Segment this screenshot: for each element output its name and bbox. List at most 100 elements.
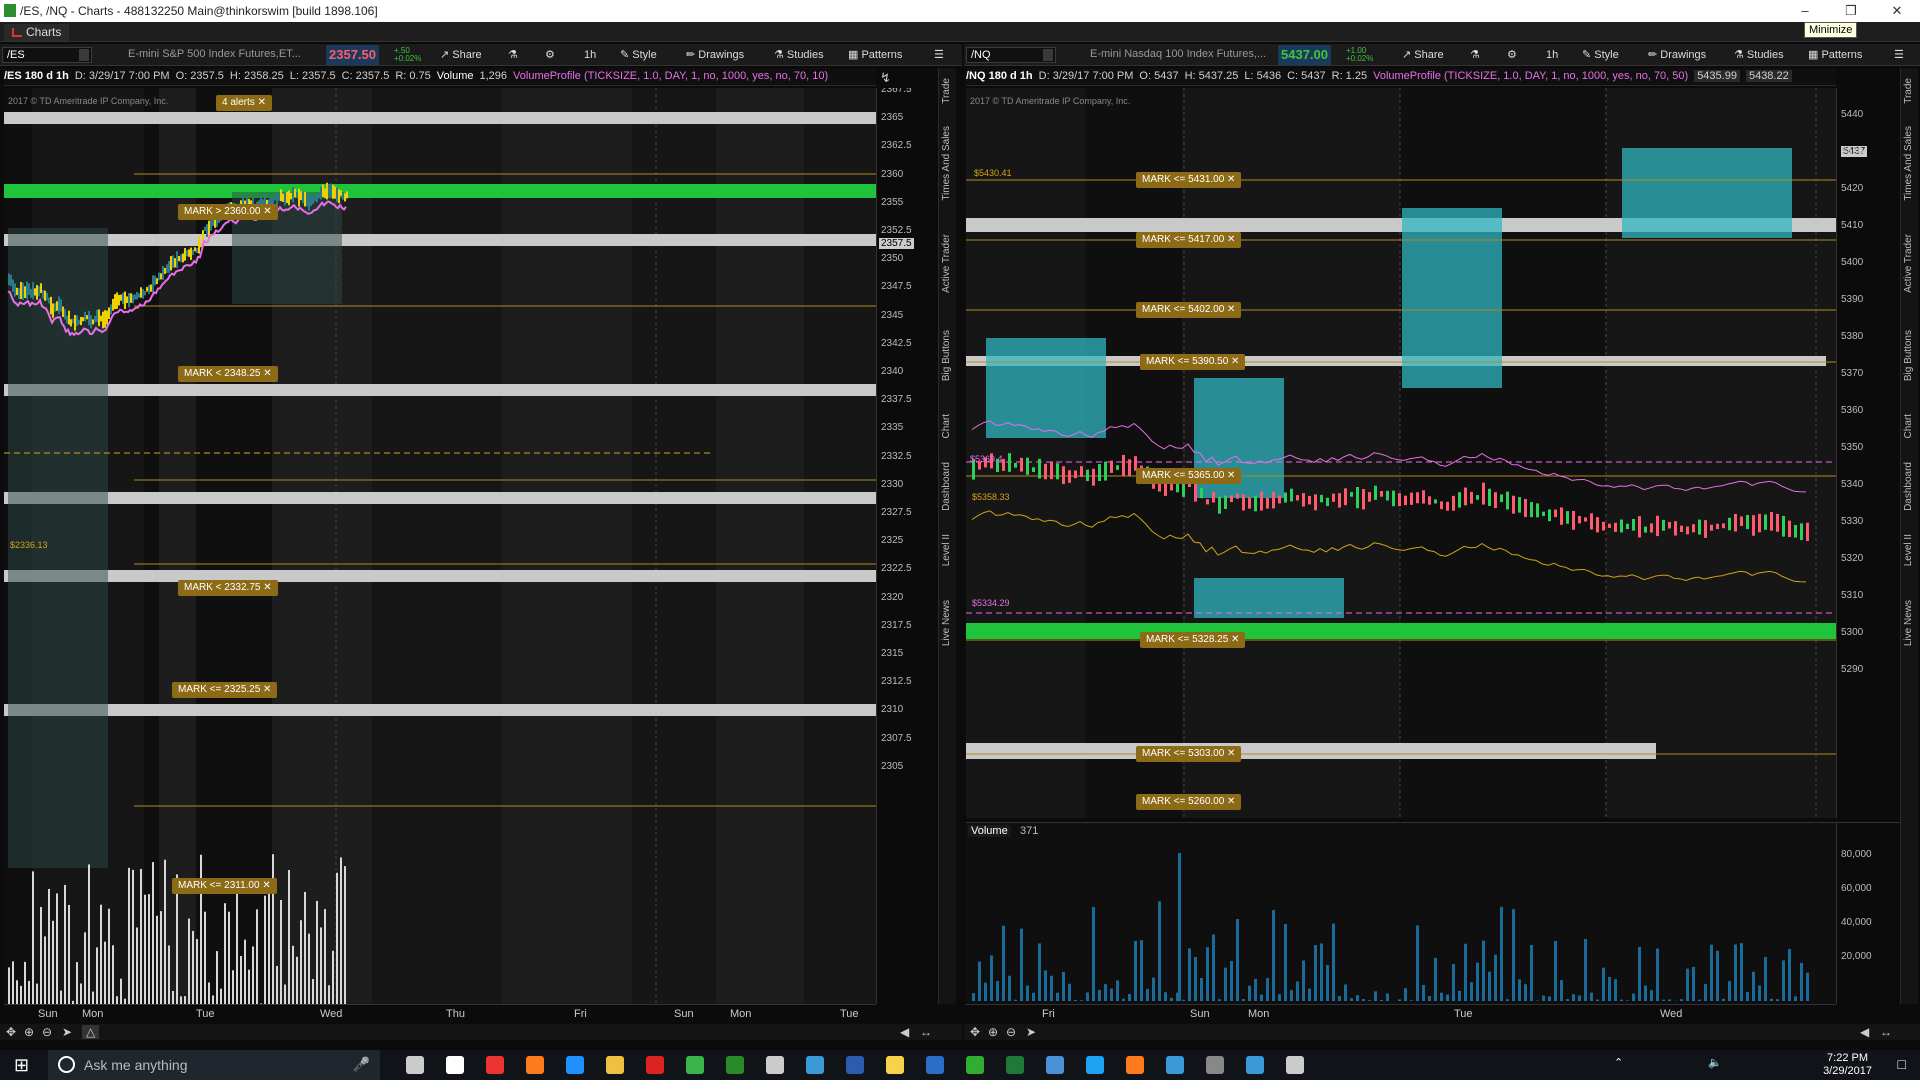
right-share-button[interactable]: ↗ Share (1402, 47, 1444, 63)
taskbar-app-icon[interactable] (966, 1056, 984, 1074)
taskbar-app-icon[interactable] (606, 1056, 624, 1074)
side-tab[interactable]: Dashboard (941, 462, 952, 511)
side-tab[interactable]: Chart (1903, 414, 1914, 438)
taskbar-app-icon[interactable] (1126, 1056, 1144, 1074)
taskbar-app-icon[interactable] (886, 1056, 904, 1074)
zoom-in-icon[interactable]: ⊕ (988, 1025, 998, 1039)
taskbar-app-icon[interactable] (1046, 1056, 1064, 1074)
side-tab[interactable]: Chart (941, 414, 952, 438)
collapse-icon[interactable]: ↯ (880, 70, 891, 86)
taskbar-app-icon[interactable] (1006, 1056, 1024, 1074)
side-tab[interactable]: Level II (1903, 534, 1914, 566)
expand-icon[interactable]: ↔ (920, 1025, 932, 1039)
side-tab[interactable]: Live News (1903, 600, 1914, 646)
scroll-left-icon[interactable]: ◀ (1860, 1025, 1869, 1039)
tab-charts[interactable]: Charts (4, 24, 70, 41)
right-alert-4[interactable]: MARK <= 5365.00 ✕ (1136, 468, 1242, 484)
side-tab[interactable]: Trade (941, 78, 952, 104)
flask-icon[interactable]: ⚗ (508, 47, 518, 63)
right-drawings-button[interactable]: ✏ Drawings (1648, 47, 1706, 63)
left-patterns-button[interactable]: ▦ Patterns (848, 47, 902, 63)
side-tab[interactable]: Times And Sales (1903, 126, 1914, 201)
left-studies-button[interactable]: ⚗ Studies (774, 47, 824, 63)
taskbar-app-icon[interactable] (766, 1056, 784, 1074)
notifications-icon[interactable]: □ (1898, 1056, 1906, 1072)
right-chart-plot[interactable]: 2017 © TD Ameritrade IP Company, Inc. $5… (966, 88, 1836, 818)
pan-icon[interactable]: ✥ (970, 1025, 980, 1039)
cortana-search-box[interactable]: Ask me anything 🎤 (48, 1050, 380, 1080)
zoom-out-icon[interactable]: ⊖ (42, 1025, 52, 1039)
clock[interactable]: 7:22 PM 3/29/2017 (1823, 1052, 1872, 1078)
right-alert-3[interactable]: MARK <= 5390.50 ✕ (1140, 354, 1246, 370)
menu-icon[interactable]: ☰ (1894, 47, 1904, 63)
side-tab[interactable]: Big Buttons (1903, 330, 1914, 381)
left-alert-1[interactable]: MARK < 2348.25 ✕ (178, 366, 278, 382)
volume-icon[interactable]: 🔈 (1708, 1056, 1722, 1069)
right-patterns-button[interactable]: ▦ Patterns (1808, 47, 1862, 63)
taskbar-app-icon[interactable] (446, 1056, 464, 1074)
side-tab[interactable]: Dashboard (1903, 462, 1914, 511)
left-alerts-badge[interactable]: 4 alerts ✕ (216, 95, 272, 111)
right-volume-panel[interactable]: Volume 371 (966, 822, 1836, 1004)
taskbar-app-icon[interactable] (1086, 1056, 1104, 1074)
taskbar-app-icon[interactable] (926, 1056, 944, 1074)
chevron-down-icon[interactable] (79, 49, 89, 61)
side-tab[interactable]: Times And Sales (941, 126, 952, 201)
restore-button[interactable]: ❐ (1828, 0, 1874, 22)
taskbar-app-icon[interactable] (806, 1056, 824, 1074)
expand-icon[interactable]: ↔ (1880, 1025, 1892, 1039)
taskbar-app-icon[interactable] (646, 1056, 664, 1074)
right-alert-1[interactable]: MARK <= 5417.00 ✕ (1136, 232, 1242, 248)
taskbar-app-icon[interactable] (846, 1056, 864, 1074)
left-timeframe-button[interactable]: 1h (584, 47, 596, 63)
taskbar-app-icon[interactable] (1286, 1056, 1304, 1074)
close-button[interactable]: ✕ (1874, 0, 1920, 22)
left-drawings-button[interactable]: ✏ Drawings (686, 47, 744, 63)
taskbar-app-icon[interactable] (1246, 1056, 1264, 1074)
side-tab[interactable]: Active Trader (941, 234, 952, 293)
menu-icon[interactable]: ☰ (934, 47, 944, 63)
flask-icon[interactable]: ⚗ (1470, 47, 1480, 63)
left-alert-2[interactable]: MARK < 2332.75 ✕ (178, 580, 278, 596)
side-tab[interactable]: Live News (941, 600, 952, 646)
taskbar-app-icon[interactable] (526, 1056, 544, 1074)
taskbar-app-icon[interactable] (486, 1056, 504, 1074)
scroll-left-icon[interactable]: ◀ (900, 1025, 909, 1039)
side-tab[interactable]: Active Trader (1903, 234, 1914, 293)
right-studies-button[interactable]: ⚗ Studies (1734, 47, 1784, 63)
right-alert-0[interactable]: MARK <= 5431.00 ✕ (1136, 172, 1242, 188)
microphone-icon[interactable]: 🎤 (353, 1056, 370, 1073)
taskbar-app-icon[interactable] (406, 1056, 424, 1074)
cursor-icon[interactable]: ➤ (1026, 1025, 1036, 1039)
windows-start-icon[interactable]: ⊞ (14, 1055, 29, 1076)
cursor-icon[interactable]: ➤ (62, 1025, 72, 1039)
taskbar-app-icon[interactable] (1206, 1056, 1224, 1074)
right-symbol-input[interactable]: /NQ (966, 47, 1056, 63)
right-style-button[interactable]: ✎ Style (1582, 47, 1619, 63)
left-share-button[interactable]: ↗ Share (440, 47, 482, 63)
taskbar-app-icon[interactable] (566, 1056, 584, 1074)
right-price-axis[interactable]: 5437 54505440543054205410540053905380537… (1836, 88, 1900, 818)
minimize-button[interactable]: – (1782, 0, 1828, 22)
taskbar-app-icon[interactable] (686, 1056, 704, 1074)
right-alert-6[interactable]: MARK <= 5303.00 ✕ (1136, 746, 1242, 762)
left-alert-0[interactable]: MARK > 2360.00 ✕ (178, 204, 278, 220)
gear-icon[interactable]: ⚙ (1507, 47, 1517, 63)
left-alert-4[interactable]: MARK <= 2311.00 ✕ (172, 878, 277, 894)
left-price-axis[interactable]: 2357.5 2367.5 2365 2362.5 2360 2355 2352.5 235… (876, 88, 938, 1004)
side-tab[interactable]: Trade (1903, 78, 1914, 104)
left-style-button[interactable]: ✎ Style (620, 47, 657, 63)
tray-chevron-icon[interactable]: ⌃ (1614, 1056, 1623, 1069)
side-tab[interactable]: Level II (941, 534, 952, 566)
right-alert-2[interactable]: MARK <= 5402.00 ✕ (1136, 302, 1242, 318)
zoom-out-icon[interactable]: ⊖ (1006, 1025, 1016, 1039)
pan-icon[interactable]: ✥ (6, 1025, 16, 1039)
left-symbol-input[interactable]: /ES (2, 47, 92, 63)
zoom-in-icon[interactable]: ⊕ (24, 1025, 34, 1039)
taskbar-app-icon[interactable] (726, 1056, 744, 1074)
drawing-toggle-icon[interactable]: △ (82, 1025, 100, 1039)
taskbar-app-icon[interactable] (1166, 1056, 1184, 1074)
left-alert-3[interactable]: MARK <= 2325.25 ✕ (172, 682, 278, 698)
right-alert-5[interactable]: MARK <= 5328.25 ✕ (1140, 632, 1246, 648)
right-alert-7[interactable]: MARK <= 5260.00 ✕ (1136, 794, 1242, 810)
